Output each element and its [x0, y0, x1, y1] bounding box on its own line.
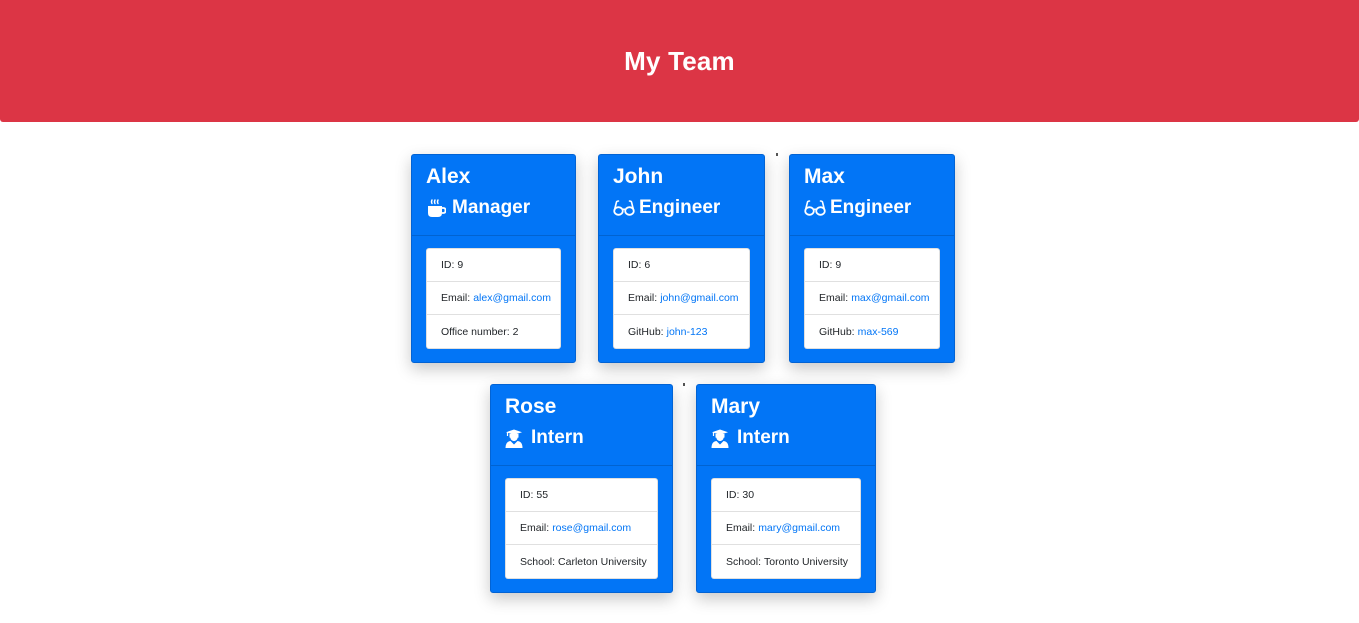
glasses-icon: [613, 198, 635, 218]
id-label: ID:: [441, 259, 455, 271]
employee-role-label: Manager: [452, 197, 531, 218]
id-value: 6: [644, 259, 651, 271]
employee-name: John: [613, 165, 664, 188]
office-number-item: Office number: 2: [427, 315, 560, 348]
email-link[interactable]: john@gmail.com: [660, 292, 738, 304]
id-item: ID: 55: [506, 479, 657, 512]
github-label: GitHub:: [819, 325, 855, 338]
email-link[interactable]: rose@gmail.com: [552, 522, 631, 534]
email-label: Email:: [819, 292, 849, 304]
email-link[interactable]: alex@gmail.com: [473, 292, 551, 304]
id-label: ID:: [628, 259, 642, 271]
employee-card-manager: Alex Manager ID: 9 Email: alex@gmail.com…: [411, 154, 576, 363]
github-item: GitHub: john-123: [614, 315, 749, 348]
stray-mark: [683, 383, 685, 386]
github-item: GitHub: max-569: [805, 315, 939, 348]
employee-role: Engineer: [613, 197, 750, 219]
email-item: Email: rose@gmail.com: [506, 512, 657, 545]
info-list: ID: 30 Email: mary@gmail.com School: Tor…: [711, 478, 861, 579]
id-item: ID: 9: [805, 249, 939, 282]
id-item: ID: 6: [614, 249, 749, 282]
employee-name: Rose: [505, 395, 557, 418]
card-header: Rose Intern: [491, 385, 672, 466]
card-header: Max Engineer: [790, 155, 954, 236]
graduate-icon: [711, 428, 733, 448]
email-label: Email:: [726, 522, 756, 534]
school-label: School:: [520, 555, 556, 568]
github-link[interactable]: john-123: [667, 326, 708, 338]
employee-name: Mary: [711, 395, 761, 418]
id-value: 55: [536, 489, 549, 501]
employee-role: Engineer: [804, 197, 940, 219]
employee-role: Manager: [426, 197, 561, 219]
card-header: Mary Intern: [697, 385, 875, 466]
employee-name: Max: [804, 165, 845, 188]
info-list: ID: 55 Email: rose@gmail.com School: Car…: [505, 478, 658, 579]
github-link[interactable]: max-569: [858, 326, 899, 338]
page-header: My Team: [0, 0, 1359, 122]
employee-card-intern: Mary Intern ID: 30 Email: mary@gmail.com: [696, 384, 876, 593]
office-number-label: Office number:: [441, 325, 510, 338]
school-value: Carleton University: [558, 555, 647, 568]
email-item: Email: alex@gmail.com: [427, 282, 560, 315]
coffee-mug-icon: [426, 198, 448, 218]
employee-card-intern: Rose Intern ID: 55 Email: rose@gmail.com: [490, 384, 673, 593]
card-header: John Engineer: [599, 155, 764, 236]
info-list: ID: 9 Email: alex@gmail.com Office numbe…: [426, 248, 561, 349]
employee-role-label: Engineer: [830, 197, 912, 218]
glasses-icon: [804, 198, 826, 218]
school-label: School:: [726, 555, 762, 568]
card-header: Alex Manager: [412, 155, 575, 236]
employee-name: Alex: [426, 165, 471, 188]
email-item: Email: max@gmail.com: [805, 282, 939, 315]
email-link[interactable]: max@gmail.com: [851, 292, 929, 304]
employee-role-label: Intern: [737, 427, 790, 448]
id-label: ID:: [819, 259, 833, 271]
id-value: 30: [742, 489, 755, 501]
employee-role: Intern: [505, 427, 658, 449]
email-link[interactable]: mary@gmail.com: [758, 522, 840, 534]
stray-mark: [776, 153, 778, 156]
github-label: GitHub:: [628, 325, 664, 338]
employee-role-label: Intern: [531, 427, 584, 448]
email-item: Email: mary@gmail.com: [712, 512, 860, 545]
office-number-value: 2: [512, 325, 519, 338]
graduate-icon: [505, 428, 527, 448]
email-label: Email:: [520, 522, 550, 534]
email-label: Email:: [441, 292, 471, 304]
info-list: ID: 6 Email: john@gmail.com GitHub: john…: [613, 248, 750, 349]
id-value: 9: [835, 259, 842, 271]
email-label: Email:: [628, 292, 658, 304]
info-list: ID: 9 Email: max@gmail.com GitHub: max-5…: [804, 248, 940, 349]
id-item: ID: 30: [712, 479, 860, 512]
employee-card-engineer: Max Engineer ID: 9 Email: max@gmail.com: [789, 154, 955, 363]
id-label: ID:: [726, 489, 740, 501]
school-item: School: Carleton University: [506, 545, 657, 578]
id-value: 9: [457, 259, 464, 271]
employee-role-label: Engineer: [639, 197, 721, 218]
school-value: Toronto University: [764, 555, 849, 568]
email-item: Email: john@gmail.com: [614, 282, 749, 315]
employee-role: Intern: [711, 427, 861, 449]
id-label: ID:: [520, 489, 534, 501]
page-title: My Team: [624, 45, 735, 76]
employee-card-engineer: John Engineer ID: 6 Email: john@gmail.co…: [598, 154, 765, 363]
school-item: School: Toronto University: [712, 545, 860, 578]
id-item: ID: 9: [427, 249, 560, 282]
